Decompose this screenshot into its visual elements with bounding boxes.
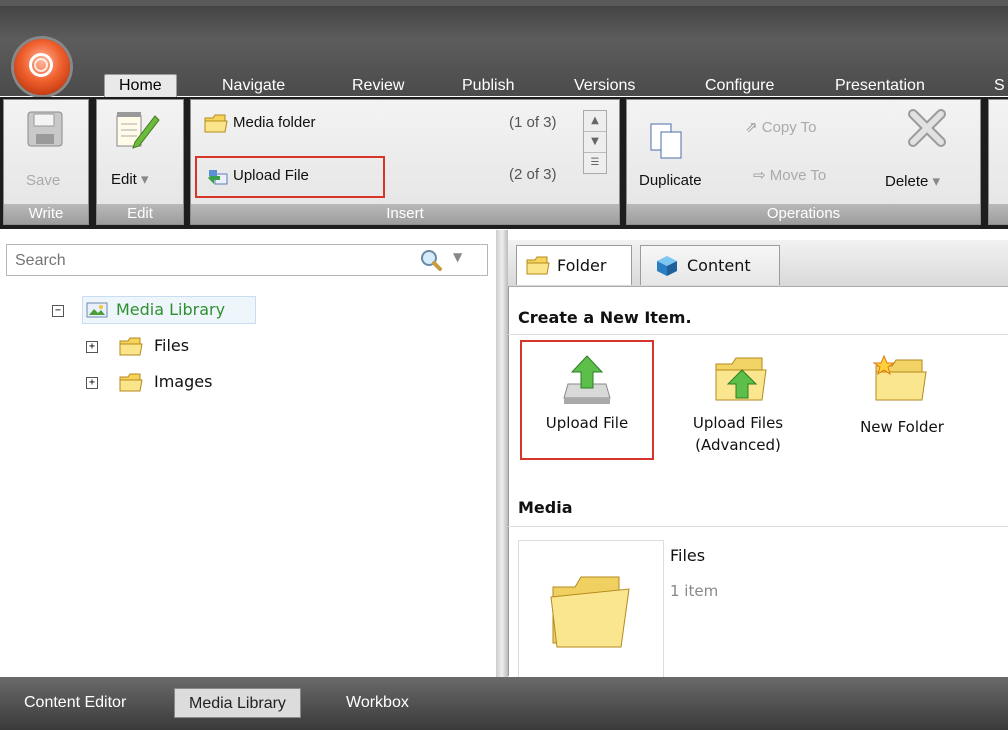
new-folder-label: New Folder	[860, 418, 944, 436]
edit-dropdown-button[interactable]: Edit ▾	[111, 170, 149, 188]
divider	[508, 526, 1008, 527]
upload-file-small-icon	[208, 170, 228, 185]
bottom-tab-workbox[interactable]: Workbox	[346, 688, 409, 718]
media-heading: Media	[518, 498, 573, 517]
tree-label-media-library: Media Library	[116, 300, 226, 319]
floppy-disk-icon	[27, 111, 63, 147]
pane-splitter[interactable]	[496, 230, 508, 677]
bottom-tab-media-library[interactable]: Media Library	[174, 688, 301, 718]
search-box: ▼	[6, 244, 488, 276]
tab-publish[interactable]: Publish	[462, 75, 514, 97]
delete-x-icon	[908, 109, 946, 147]
write-group: Save Write	[3, 99, 89, 225]
app-logo-button[interactable]	[14, 39, 70, 95]
tree-label-images: Images	[154, 372, 213, 391]
operations-group: Duplicate ⇗ Copy To ⇨ Move To Delete ▾ O…	[626, 99, 981, 225]
next-group-partial	[988, 99, 1008, 225]
gallery-expand-button[interactable]: ☰	[584, 153, 606, 173]
edit-group-label: Edit	[97, 204, 183, 224]
tree-node-media-library[interactable]: − Media Library	[50, 296, 260, 324]
media-library-icon	[86, 302, 108, 318]
insert-group-label: Insert	[191, 204, 619, 224]
duplicate-icon	[650, 123, 682, 159]
write-group-label: Write	[4, 204, 88, 224]
search-icon[interactable]	[419, 248, 443, 272]
divider	[508, 334, 1008, 335]
tab-presentation[interactable]: Presentation	[835, 75, 925, 97]
folder-icon	[119, 373, 143, 392]
tab-folder[interactable]: Folder	[516, 245, 632, 285]
media-folder-counter: (1 of 3)	[509, 114, 557, 131]
media-item-files-count: 1 item	[670, 582, 719, 600]
tab-review[interactable]: Review	[352, 75, 404, 97]
duplicate-button[interactable]: Duplicate	[639, 172, 702, 189]
media-item-files[interactable]	[518, 540, 664, 677]
move-to-icon: ⇨	[753, 167, 770, 184]
expand-icon[interactable]: +	[86, 377, 98, 389]
folder-icon	[204, 114, 228, 133]
save-button[interactable]	[26, 110, 66, 154]
operations-group-label: Operations	[627, 204, 980, 224]
delete-dropdown-button[interactable]: Delete ▾	[885, 172, 940, 190]
copy-to-icon: ⇗	[745, 119, 762, 136]
collapse-icon[interactable]: −	[52, 305, 64, 317]
media-item-files-name: Files	[670, 546, 706, 565]
folder-icon	[526, 256, 550, 275]
insert-group: Media folder (1 of 3) Upload File (2 of …	[190, 99, 620, 225]
edit-group: Edit ▾ Edit	[96, 99, 184, 225]
tab-overflow[interactable]: S	[994, 75, 1005, 97]
tree-label-files: Files	[154, 336, 190, 355]
search-input[interactable]	[13, 250, 397, 272]
upload-file-ribbon-label: Upload File	[233, 167, 309, 184]
new-folder-icon	[872, 354, 927, 401]
expand-icon[interactable]: +	[86, 341, 98, 353]
gallery-scroll-down-button[interactable]: ▼	[584, 132, 606, 153]
upload-files-advanced-icon	[715, 357, 767, 401]
bottom-tab-content-editor[interactable]: Content Editor	[24, 688, 126, 718]
upload-file-ribbon-button[interactable]: Upload File	[195, 156, 385, 198]
tab-navigate[interactable]: Navigate	[222, 75, 285, 97]
large-folder-icon	[550, 576, 630, 648]
search-dropdown-chevron-icon[interactable]: ▼	[453, 250, 462, 264]
tab-configure[interactable]: Configure	[705, 75, 774, 97]
copy-to-button[interactable]: ⇗ Copy To	[745, 118, 817, 136]
upload-file-item[interactable]: Upload File	[520, 340, 654, 460]
new-folder-item[interactable]: New Folder	[840, 346, 964, 456]
cube-icon	[657, 256, 677, 276]
notepad-pencil-icon	[116, 112, 160, 149]
gallery-scroll-up-button[interactable]: ▲	[584, 111, 606, 132]
tab-versions[interactable]: Versions	[574, 75, 635, 97]
media-folder-label: Media folder	[233, 114, 316, 131]
tab-content[interactable]: Content	[640, 245, 780, 285]
duplicate-icon-button[interactable]	[647, 120, 687, 164]
gallery-scroll: ▲ ▼ ☰	[583, 110, 607, 174]
move-to-button[interactable]: ⇨ Move To	[753, 166, 826, 184]
delete-icon-button[interactable]	[905, 106, 949, 154]
create-new-item-heading: Create a New Item.	[518, 308, 692, 327]
upload-files-advanced-item[interactable]: Upload Files (Advanced)	[676, 346, 800, 476]
upload-file-counter: (2 of 3)	[509, 166, 557, 183]
bottom-taskbar	[0, 677, 1008, 730]
folder-icon	[119, 337, 143, 356]
tree-node-images[interactable]: + Images	[84, 368, 234, 396]
upload-file-icon	[563, 355, 611, 404]
edit-button[interactable]	[111, 110, 161, 154]
next-group-label	[989, 204, 1008, 224]
upload-file-label: Upload File	[545, 414, 629, 432]
upload-files-advanced-label: Upload Files (Advanced)	[692, 414, 784, 454]
save-label: Save	[26, 172, 61, 189]
tree-node-files[interactable]: + Files	[84, 332, 234, 360]
tab-home[interactable]: Home	[104, 74, 177, 99]
